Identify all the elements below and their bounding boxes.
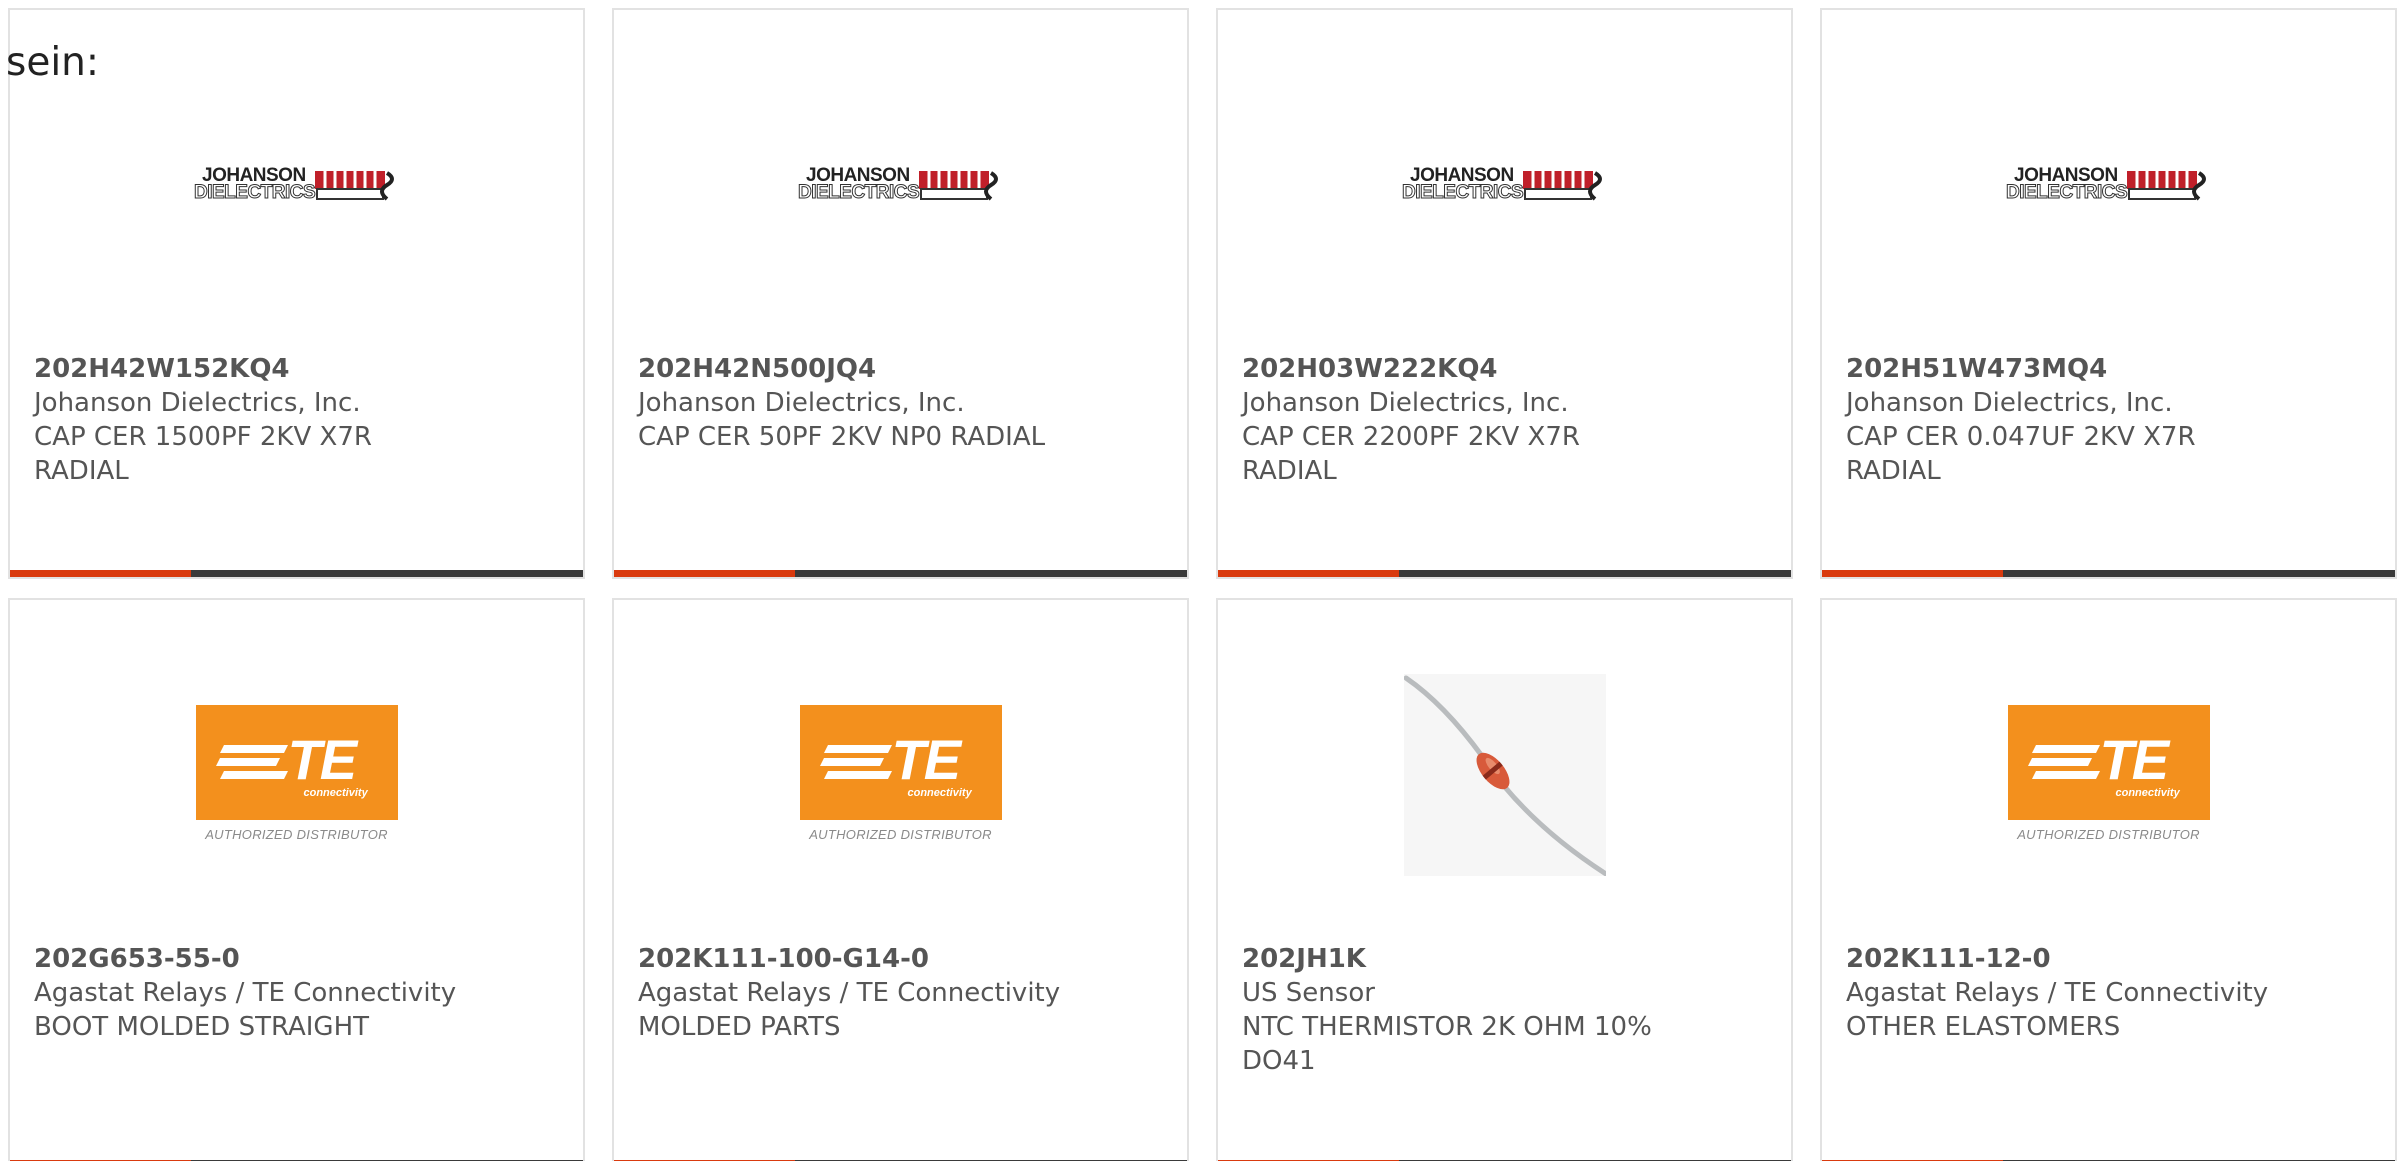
part-number[interactable]: 202K111-100-G14-0 [638,942,1078,976]
card-bottom-bar [1218,570,1791,577]
part-number[interactable]: 202K111-12-0 [1846,942,2286,976]
product-image: JOHANSON DIELECTRICS [1218,70,1791,300]
thermistor-icon [1403,674,1608,877]
te-connectivity-logo: TE connectivity AUTHORIZED DISTRIBUTOR [195,705,398,845]
product-image: JOHANSON DIELECTRICS [1822,70,2395,300]
part-number[interactable]: 202G653-55-0 [34,942,474,976]
description: CAP CER 50PF 2KV NP0 RADIAL [638,422,1046,452]
johanson-coil-icon [315,171,394,201]
description: CAP CER 1500PF 2KV X7R RADIAL [34,422,372,486]
description: NTC THERMISTOR 2K OHM 10% DO41 [1242,1012,1652,1076]
product-image: TE connectivity AUTHORIZED DISTRIBUTOR [1822,660,2395,890]
manufacturer: Agastat Relays / TE Connectivity [638,978,1061,1008]
intro-text: sein: [6,40,100,85]
manufacturer: Johanson Dielectrics, Inc. [1846,388,2173,418]
product-card[interactable]: JOHANSON DIELECTRICS 202H51W473MQ4 Johan… [1820,8,2397,579]
johanson-dielectrics-logo: JOHANSON DIELECTRICS [1401,165,1607,205]
johanson-dielectrics-logo: JOHANSON DIELECTRICS [193,165,399,205]
part-number[interactable]: 202JH1K [1242,942,1682,976]
te-connectivity-logo: TE connectivity AUTHORIZED DISTRIBUTOR [799,705,1002,845]
manufacturer: Johanson Dielectrics, Inc. [638,388,965,418]
description: MOLDED PARTS [638,1012,841,1042]
manufacturer: Johanson Dielectrics, Inc. [34,388,361,418]
manufacturer: Agastat Relays / TE Connectivity [1846,978,2269,1008]
card-bottom-bar [10,570,583,577]
description: CAP CER 0.047UF 2KV X7R RADIAL [1846,422,2196,486]
part-number[interactable]: 202H42N500JQ4 [638,352,1078,386]
product-image: JOHANSON DIELECTRICS [10,70,583,300]
description: OTHER ELASTOMERS [1846,1012,2121,1042]
manufacturer: US Sensor [1242,978,1375,1008]
manufacturer: Johanson Dielectrics, Inc. [1242,388,1569,418]
product-card[interactable]: TE connectivity AUTHORIZED DISTRIBUTOR 2… [1820,598,2397,1161]
product-card[interactable]: TE connectivity AUTHORIZED DISTRIBUTOR 2… [612,598,1189,1161]
part-number[interactable]: 202H42W152KQ4 [34,352,474,386]
card-bottom-bar [614,570,1187,577]
product-grid-page: sein: JOHANSON DIELECTRICS 202H42W152KQ4… [0,0,2400,1161]
product-card[interactable]: JOHANSON DIELECTRICS 202H42N500JQ4 Johan… [612,8,1189,579]
product-card[interactable]: 202JH1K US Sensor NTC THERMISTOR 2K OHM … [1216,598,1793,1161]
product-image: TE connectivity AUTHORIZED DISTRIBUTOR [10,660,583,890]
description: CAP CER 2200PF 2KV X7R RADIAL [1242,422,1580,486]
card-bottom-bar [1822,570,2395,577]
manufacturer: Agastat Relays / TE Connectivity [34,978,457,1008]
te-connectivity-logo: TE connectivity AUTHORIZED DISTRIBUTOR [2007,705,2210,845]
johanson-coil-icon [1523,171,1602,201]
part-number[interactable]: 202H03W222KQ4 [1242,352,1682,386]
johanson-dielectrics-logo: JOHANSON DIELECTRICS [797,165,1003,205]
johanson-coil-icon [2127,171,2206,201]
part-number[interactable]: 202H51W473MQ4 [1846,352,2286,386]
thermistor-photo [1403,674,1608,877]
product-image [1218,660,1791,890]
johanson-dielectrics-logo: JOHANSON DIELECTRICS [2005,165,2211,205]
description: BOOT MOLDED STRAIGHT [34,1012,370,1042]
johanson-coil-icon [919,171,998,201]
product-image: TE connectivity AUTHORIZED DISTRIBUTOR [614,660,1187,890]
product-card[interactable]: JOHANSON DIELECTRICS 202H03W222KQ4 Johan… [1216,8,1793,579]
product-card[interactable]: JOHANSON DIELECTRICS 202H42W152KQ4 Johan… [8,8,585,579]
product-image: JOHANSON DIELECTRICS [614,70,1187,300]
product-card[interactable]: TE connectivity AUTHORIZED DISTRIBUTOR 2… [8,598,585,1161]
